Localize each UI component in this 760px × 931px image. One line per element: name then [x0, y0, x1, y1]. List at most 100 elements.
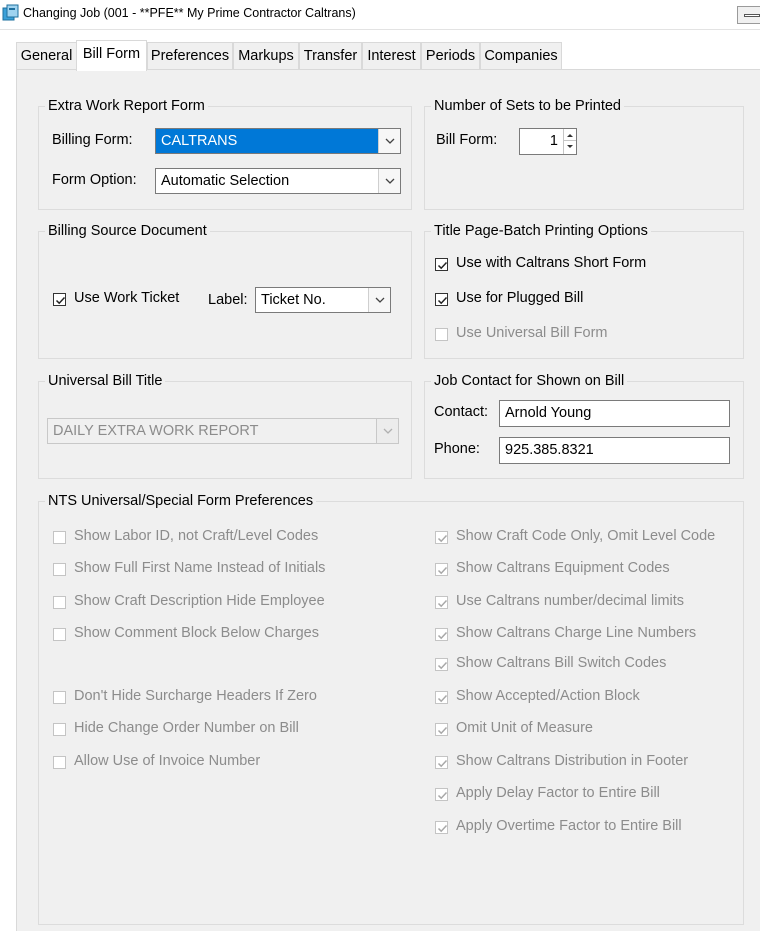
- nts-left-label-5: Hide Change Order Number on Bill: [74, 720, 299, 736]
- nts-right-checkbox-1[interactable]: [435, 563, 448, 576]
- checkmark-icon: [437, 694, 448, 703]
- spinner-buttons: [563, 129, 576, 154]
- form-option-value: Automatic Selection: [161, 173, 290, 189]
- billing-source-title: Billing Source Document: [45, 222, 210, 240]
- tab-general[interactable]: General: [16, 42, 77, 70]
- checkmark-icon: [437, 759, 448, 768]
- spin-up-icon[interactable]: [564, 129, 576, 141]
- billing-form-select[interactable]: CALTRANS: [155, 128, 401, 154]
- tab-companies[interactable]: Companies: [480, 42, 562, 70]
- checkmark-icon: [437, 726, 448, 735]
- nts-right-label-9: Apply Overtime Factor to Entire Bill: [456, 818, 682, 834]
- nts-right-label-5: Show Accepted/Action Block: [456, 688, 640, 704]
- job-contact-title: Job Contact for Shown on Bill: [431, 372, 628, 390]
- checkmark-icon: [437, 599, 448, 608]
- phone-value: 925.385.8321: [505, 442, 594, 458]
- extra-work-title: Extra Work Report Form: [45, 97, 208, 115]
- spin-down-icon[interactable]: [564, 141, 576, 153]
- nts-right-checkbox-6[interactable]: [435, 723, 448, 736]
- sets-bill-form-value: 1: [549, 133, 558, 149]
- nts-right-label-2: Use Caltrans number/decimal limits: [456, 593, 685, 609]
- tab-strip: General Bill Form Preferences Markups Tr…: [0, 30, 760, 71]
- phone-label: Phone:: [434, 441, 480, 457]
- ticket-label-select[interactable]: Ticket No.: [255, 287, 391, 313]
- nts-left-label-1: Show Full First Name Instead of Initials: [74, 560, 326, 576]
- phone-input[interactable]: 925.385.8321: [499, 437, 730, 464]
- nts-right-checkbox-9[interactable]: [435, 821, 448, 834]
- nts-left-label-3: Show Comment Block Below Charges: [74, 625, 319, 641]
- universal-title-select[interactable]: DAILY EXTRA WORK REPORT: [47, 418, 399, 444]
- contact-input[interactable]: Arnold Young: [499, 400, 730, 427]
- nts-left-checkbox-5[interactable]: [53, 723, 66, 736]
- universal-title-value: DAILY EXTRA WORK REPORT: [53, 423, 259, 439]
- chevron-down-icon[interactable]: [378, 169, 400, 193]
- caltrans-short-form-label: Use with Caltrans Short Form: [456, 255, 647, 271]
- form-option-select[interactable]: Automatic Selection: [155, 168, 401, 194]
- app-icon: [2, 4, 19, 21]
- nts-left-label-6: Allow Use of Invoice Number: [74, 753, 261, 769]
- tab-label: Bill Form: [82, 46, 141, 62]
- use-work-ticket-checkbox[interactable]: [53, 293, 66, 306]
- nts-left-checkbox-1[interactable]: [53, 563, 66, 576]
- nts-left-checkbox-3[interactable]: [53, 628, 66, 641]
- nts-left-label-2: Show Craft Description Hide Employee: [74, 593, 325, 609]
- tab-preferences[interactable]: Preferences: [147, 42, 233, 70]
- tab-periods[interactable]: Periods: [421, 42, 480, 70]
- tab-markups[interactable]: Markups: [233, 42, 299, 70]
- title-bar: Changing Job (001 - **PFE** My Prime Con…: [0, 0, 760, 30]
- nts-left-checkbox-0[interactable]: [53, 531, 66, 544]
- caltrans-short-form-checkbox[interactable]: [435, 258, 448, 271]
- nts-right-checkbox-8[interactable]: [435, 788, 448, 801]
- nts-left-label-4: Don't Hide Surcharge Headers If Zero: [74, 688, 317, 704]
- universal-bill-form-label: Use Universal Bill Form: [456, 325, 608, 341]
- tab-label: Preferences: [150, 48, 230, 64]
- checkmark-icon: [437, 566, 448, 575]
- tab-label: Interest: [367, 48, 416, 64]
- title-page-title: Title Page-Batch Printing Options: [431, 222, 651, 240]
- sets-title: Number of Sets to be Printed: [431, 97, 624, 115]
- tab-interest[interactable]: Interest: [362, 42, 421, 70]
- minimize-button[interactable]: [737, 6, 760, 24]
- nts-right-checkbox-4[interactable]: [435, 658, 448, 671]
- contact-value: Arnold Young: [505, 405, 592, 421]
- nts-right-checkbox-3[interactable]: [435, 628, 448, 641]
- nts-title: NTS Universal/Special Form Preferences: [45, 492, 317, 510]
- nts-left-checkbox-2[interactable]: [53, 596, 66, 609]
- sets-bill-form-label: Bill Form:: [436, 132, 498, 148]
- checkmark-icon: [437, 791, 448, 800]
- sets-group: Number of Sets to be Printed Bill Form: …: [424, 97, 744, 210]
- nts-right-checkbox-2[interactable]: [435, 596, 448, 609]
- sets-bill-form-spinner[interactable]: 1: [519, 128, 577, 155]
- nts-right-checkbox-5[interactable]: [435, 691, 448, 704]
- checkmark-icon: [437, 534, 448, 543]
- checkmark-icon: [437, 661, 448, 670]
- universal-bill-form-checkbox[interactable]: [435, 328, 448, 341]
- tab-label: Companies: [484, 48, 558, 64]
- plugged-bill-checkbox[interactable]: [435, 293, 448, 306]
- checkmark-icon: [437, 296, 448, 305]
- nts-right-checkbox-0[interactable]: [435, 531, 448, 544]
- nts-left-checkbox-6[interactable]: [53, 756, 66, 769]
- ticket-label-value: Ticket No.: [261, 292, 326, 308]
- nts-left-checkbox-4[interactable]: [53, 691, 66, 704]
- nts-right-label-0: Show Craft Code Only, Omit Level Code: [456, 528, 716, 544]
- title-page-group: Title Page-Batch Printing Options Use wi…: [424, 222, 744, 359]
- billing-form-value: CALTRANS: [161, 133, 238, 149]
- chevron-down-icon[interactable]: [378, 129, 400, 153]
- tab-label: General: [20, 48, 73, 64]
- form-option-label: Form Option:: [52, 172, 137, 188]
- chevron-down-icon[interactable]: [376, 419, 398, 443]
- nts-right-label-6: Omit Unit of Measure: [456, 720, 593, 736]
- chevron-down-icon[interactable]: [368, 288, 390, 312]
- universal-title-title: Universal Bill Title: [45, 372, 166, 390]
- billing-source-group: Billing Source Document Use Work Ticket …: [38, 222, 412, 359]
- nts-right-label-3: Show Caltrans Charge Line Numbers: [456, 625, 697, 641]
- checkmark-icon: [437, 824, 448, 833]
- checkmark-icon: [55, 296, 66, 305]
- billing-form-label: Billing Form:: [52, 132, 133, 148]
- use-work-ticket-label: Use Work Ticket: [74, 290, 180, 306]
- tab-bill-form[interactable]: Bill Form: [76, 40, 147, 71]
- nts-right-checkbox-7[interactable]: [435, 756, 448, 769]
- tab-label: Markups: [238, 48, 294, 64]
- tab-transfer[interactable]: Transfer: [299, 42, 362, 70]
